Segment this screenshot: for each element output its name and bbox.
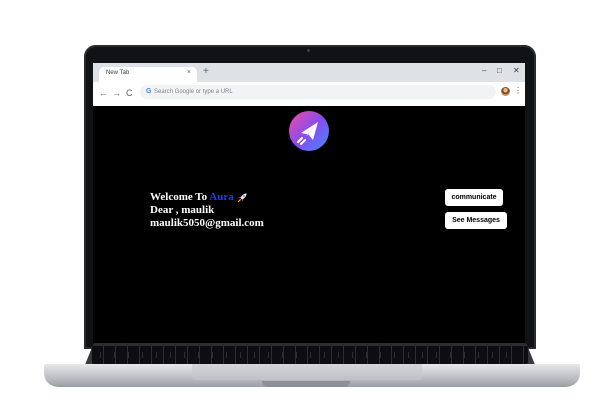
tab-close-icon[interactable]: × [187, 69, 191, 76]
communicate-button[interactable]: communicate [445, 189, 503, 206]
greeting: Dear , maulik [150, 204, 215, 216]
back-icon[interactable]: ← [99, 87, 108, 99]
rocket-icon [237, 193, 247, 203]
tab-new-tab[interactable]: New Tab × [99, 67, 197, 82]
menu-kebab-icon[interactable]: ⋮ [514, 86, 522, 96]
tab-title: New Tab [106, 70, 130, 76]
browser-chrome: New Tab × + – □ ✕ ← → C G Search Google … [93, 63, 525, 106]
laptop-screen: New Tab × + – □ ✕ ← → C G Search Google … [93, 63, 525, 345]
see-messages-button[interactable]: See Messages [445, 212, 507, 229]
keyboard-rows [100, 352, 520, 358]
welcome-line: Welcome To Aura [150, 191, 264, 204]
address-bar-placeholder: Search Google or type a URL [154, 89, 233, 95]
welcome-prefix: Welcome To [150, 191, 210, 203]
new-tab-button[interactable]: + [203, 67, 209, 77]
welcome-block: Welcome To Aura Dear , maulik maulik5050… [150, 191, 264, 230]
reload-icon[interactable]: C [126, 87, 133, 99]
webcam [307, 49, 310, 52]
maximize-icon[interactable]: □ [497, 66, 502, 76]
trackpad [192, 364, 422, 380]
tab-strip: New Tab × + – □ ✕ [93, 63, 525, 82]
profile-avatar[interactable] [501, 87, 510, 96]
paper-plane-icon [289, 111, 329, 151]
lid-notch [262, 381, 350, 387]
close-window-icon[interactable]: ✕ [513, 66, 520, 76]
google-icon: G [146, 88, 152, 95]
browser-toolbar: ← → C G Search Google or type a URL ⋮ [93, 82, 525, 106]
address-bar[interactable]: G Search Google or type a URL [140, 85, 496, 99]
brand-name: Aura [209, 191, 234, 203]
user-email: maulik5050@gmail.com [150, 217, 264, 229]
forward-icon[interactable]: → [112, 87, 121, 99]
minimize-icon[interactable]: – [482, 66, 486, 76]
